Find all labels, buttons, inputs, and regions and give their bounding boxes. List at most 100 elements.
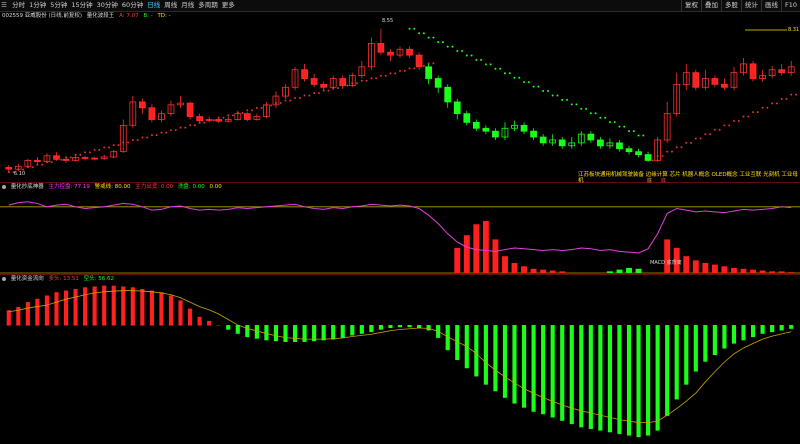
flow-bar	[283, 325, 288, 342]
support-dot	[74, 153, 77, 156]
flow-bar	[502, 325, 508, 398]
kdj-bar	[559, 271, 566, 273]
panel-divider-2	[0, 274, 800, 275]
candle-body	[635, 151, 642, 155]
stock-chart[interactable]	[0, 0, 800, 444]
flow-bar	[665, 325, 670, 416]
support-dot	[136, 139, 139, 142]
resistance-dot	[513, 76, 516, 79]
support-dot	[160, 131, 163, 134]
flow-bar	[646, 325, 651, 436]
resistance-dot	[480, 58, 483, 61]
support-dot	[795, 93, 797, 96]
flow-bar	[340, 325, 345, 338]
support-dot	[742, 115, 745, 118]
support-dot	[680, 146, 683, 149]
support-dot	[88, 151, 91, 154]
resistance-dot	[570, 103, 573, 106]
resistance-dot	[408, 27, 411, 30]
support-dot	[251, 109, 254, 112]
concept-tags: 江苏板块通用机械驾驶装备 边缘计算 芯片 机器人概念 OLED概念 工业互联 光…	[578, 172, 798, 184]
flow-bar	[321, 325, 326, 341]
candle-body	[320, 83, 328, 88]
flow-bar	[264, 325, 269, 341]
resistance-dot	[446, 45, 449, 48]
support-dot	[699, 137, 702, 140]
resistance-dot	[637, 134, 640, 137]
flow-bar	[197, 316, 202, 326]
support-dot	[690, 141, 693, 144]
kdj-bar	[664, 239, 671, 273]
resistance-dot	[523, 81, 526, 84]
resistance-dot	[418, 32, 421, 35]
support-dot	[346, 84, 349, 87]
candle-body	[339, 78, 347, 86]
resistance-dot	[503, 72, 506, 75]
resistance-dot	[565, 98, 568, 101]
support-dot	[241, 111, 244, 114]
candle-body	[186, 102, 194, 117]
candle-body	[5, 167, 13, 170]
support-dot	[165, 131, 168, 134]
support-dot	[31, 166, 34, 169]
support-dot	[260, 106, 263, 109]
flow-bar	[159, 292, 164, 326]
support-dot	[775, 102, 778, 105]
resistance-dot	[451, 45, 454, 48]
support-dot	[227, 114, 230, 117]
kdj-bar	[616, 269, 623, 273]
flow-signal-line	[8, 290, 792, 423]
candle-body	[53, 155, 60, 160]
flow-bar	[474, 325, 479, 377]
support-dot	[141, 136, 144, 139]
flow-bar	[388, 325, 393, 329]
resistance-dot	[628, 130, 631, 133]
support-dot	[661, 155, 664, 158]
support-dot	[360, 79, 363, 82]
support-dot	[651, 159, 654, 162]
flow-bar	[636, 325, 641, 438]
candle-body	[310, 78, 318, 85]
flow-bar	[378, 325, 383, 330]
support-dot	[384, 74, 387, 77]
kdj-bar	[788, 272, 795, 273]
flow-bar	[607, 325, 612, 433]
support-dot	[222, 116, 225, 119]
support-dot	[308, 94, 311, 97]
panel-menu-icon-2[interactable]	[2, 276, 6, 281]
support-dot	[685, 141, 688, 144]
support-dot	[737, 119, 740, 122]
support-dot	[666, 150, 669, 153]
support-dot	[174, 129, 177, 132]
resistance-dot	[594, 112, 597, 115]
support-dot	[389, 72, 392, 75]
support-dot	[169, 129, 172, 132]
resistance-dot	[413, 27, 416, 30]
support-dot	[146, 136, 149, 139]
flow-bar	[703, 325, 708, 362]
support-dot	[41, 163, 44, 166]
flow-bar	[512, 325, 517, 404]
flow-bar	[531, 325, 536, 412]
candle-body	[34, 160, 41, 163]
panel-menu-icon[interactable]	[2, 184, 6, 189]
resistance-dot	[527, 81, 530, 84]
support-dot	[780, 98, 783, 100]
candle-body	[377, 43, 385, 53]
flow-bar	[350, 325, 355, 336]
support-dot	[747, 115, 750, 118]
resistance-dot	[632, 130, 635, 133]
support-dot	[403, 69, 406, 72]
kdj-line	[8, 201, 792, 254]
macd-divergence-label: MACD 底背离	[650, 260, 682, 266]
resistance-dot	[470, 54, 473, 57]
kdj-bar	[540, 269, 547, 273]
flow-bar	[521, 325, 527, 408]
support-dot	[93, 148, 96, 151]
kdj-bar	[711, 264, 718, 273]
support-dot	[279, 101, 282, 104]
resistance-dot	[456, 50, 459, 53]
candle-body	[492, 130, 499, 138]
support-dot	[365, 79, 368, 82]
support-dot	[723, 124, 726, 127]
